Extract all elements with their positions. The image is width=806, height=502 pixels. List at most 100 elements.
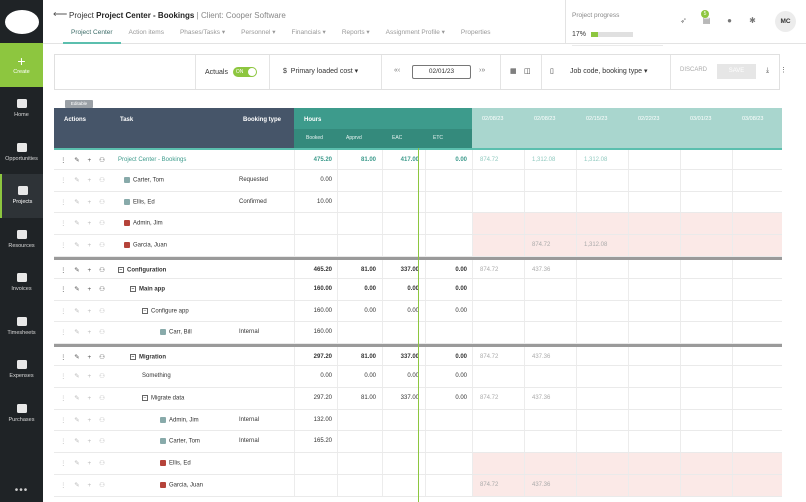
create-button[interactable]: + Create <box>0 43 43 87</box>
task-cell[interactable]: Ellis, Ed <box>160 460 191 467</box>
row-actions[interactable]: ⋮ ✎ + ⚇ <box>60 307 108 315</box>
date-input[interactable]: 02/01/23 <box>412 65 471 79</box>
col-booked[interactable]: Booked <box>306 135 323 141</box>
tab-project-center[interactable]: Project Center <box>63 28 121 44</box>
date-value-cell[interactable]: 437.36 <box>532 395 550 401</box>
row-actions[interactable]: ⋮ ✎ + ⚇ <box>60 156 108 164</box>
etc-cell[interactable]: 0.00 <box>455 395 467 401</box>
booking-type-cell[interactable]: Requested <box>239 177 268 183</box>
sidebar-item-home[interactable]: Home <box>0 87 43 131</box>
col-etc[interactable]: ETC <box>433 135 443 141</box>
avatar[interactable]: MC <box>775 11 796 32</box>
booked-cell[interactable]: 132.00 <box>314 417 332 423</box>
book-icon[interactable]: ▯ <box>550 67 554 75</box>
row-actions[interactable]: ⋮ ✎ + ⚇ <box>60 394 108 402</box>
approved-cell[interactable]: 81.00 <box>361 354 376 360</box>
task-cell[interactable]: Ellis, Ed <box>124 198 155 205</box>
date-value-cell[interactable]: 874.72 <box>480 157 498 163</box>
collapse-icon[interactable]: − <box>130 354 136 361</box>
task-cell[interactable]: Garcia, Juan <box>124 242 167 249</box>
row-actions[interactable]: ⋮ ✎ + ⚇ <box>60 176 108 184</box>
bug-icon[interactable]: ✱ <box>741 16 764 25</box>
prev-period-icon[interactable]: «‹ <box>394 67 400 74</box>
back-arrow-icon[interactable]: ⟵ <box>53 9 67 20</box>
etc-cell[interactable]: 0.00 <box>455 286 467 292</box>
row-actions[interactable]: ⋮ ✎ + ⚇ <box>60 372 108 380</box>
booked-cell[interactable]: 160.00 <box>314 329 332 335</box>
more-icon[interactable]: ••• <box>0 485 43 496</box>
date-value-cell[interactable]: 874.72 <box>480 354 498 360</box>
task-cell[interactable]: Admin, Jim <box>160 416 199 423</box>
row-actions[interactable]: ⋮ ✎ + ⚇ <box>60 266 108 274</box>
discard-button[interactable]: DISCARD <box>680 67 707 73</box>
booked-cell[interactable]: 0.00 <box>320 373 332 379</box>
calendar-icon[interactable]: ▦ <box>510 67 517 75</box>
booked-cell[interactable]: 160.00 <box>314 286 332 292</box>
task-cell[interactable]: Carr, Bill <box>160 329 192 336</box>
collapse-icon[interactable]: − <box>118 266 124 273</box>
task-cell[interactable]: − Migration <box>130 354 166 361</box>
booking-type-cell[interactable]: Confirmed <box>239 199 267 205</box>
rocket-icon[interactable]: ➶ <box>672 16 695 25</box>
sidebar-item-expenses[interactable]: Expenses <box>0 348 43 392</box>
date-value-cell[interactable]: 437.36 <box>532 482 550 488</box>
row-actions[interactable]: ⋮ ✎ + ⚇ <box>60 241 108 249</box>
next-period-icon[interactable]: ›» <box>479 67 485 74</box>
date-value-cell[interactable]: 874.72 <box>480 267 498 273</box>
row-actions[interactable]: ⋮ ✎ + ⚇ <box>60 328 108 336</box>
approved-cell[interactable]: 0.00 <box>364 286 376 292</box>
col-approved[interactable]: Apprvd <box>346 135 362 141</box>
eac-cell[interactable]: 337.00 <box>401 267 419 273</box>
row-actions[interactable]: ⋮ ✎ + ⚇ <box>60 285 108 293</box>
task-cell[interactable]: Carter, Tom <box>160 438 200 445</box>
collapse-icon[interactable]: − <box>142 394 148 401</box>
task-cell[interactable]: Admin, Jim <box>124 220 163 227</box>
tab-reports[interactable]: Reports ▾ <box>334 28 378 44</box>
sidebar-item-timesheets[interactable]: Timesheets <box>0 305 43 349</box>
col-eac[interactable]: EAC <box>392 135 402 141</box>
kebab-menu-icon[interactable]: ⋮ <box>780 66 787 74</box>
row-actions[interactable]: ⋮ ✎ + ⚇ <box>60 459 108 467</box>
row-actions[interactable]: ⋮ ✎ + ⚇ <box>60 481 108 489</box>
columns-icon[interactable]: ◫ <box>524 67 531 75</box>
tab-financials[interactable]: Financials ▾ <box>283 28 333 44</box>
approved-cell[interactable]: 81.00 <box>361 157 376 163</box>
approved-cell[interactable]: 0.00 <box>364 308 376 314</box>
row-actions[interactable]: ⋮ ✎ + ⚇ <box>60 219 108 227</box>
date-value-cell[interactable]: 874.72 <box>480 395 498 401</box>
collapse-icon[interactable]: − <box>130 285 136 292</box>
download-icon[interactable]: ⤓ <box>766 67 769 75</box>
booking-type-cell[interactable]: Internal <box>239 329 259 335</box>
eac-cell[interactable]: 337.00 <box>401 395 419 401</box>
row-actions[interactable]: ⋮ ✎ + ⚇ <box>60 437 108 445</box>
eac-cell[interactable]: 417.00 <box>401 157 419 163</box>
etc-cell[interactable]: 0.00 <box>455 373 467 379</box>
booked-cell[interactable]: 297.20 <box>314 354 332 360</box>
col-booking-type[interactable]: Booking type <box>243 117 281 123</box>
approved-cell[interactable]: 81.00 <box>361 395 376 401</box>
col-task[interactable]: Task <box>120 117 133 123</box>
date-value-cell[interactable]: 1,312.08 <box>584 242 607 248</box>
etc-cell[interactable]: 0.00 <box>455 308 467 314</box>
lightbulb-icon[interactable]: ● <box>718 16 741 25</box>
task-cell[interactable]: − Migrate data <box>142 394 184 401</box>
date-value-cell[interactable]: 874.72 <box>480 482 498 488</box>
sidebar-item-invoices[interactable]: Invoices <box>0 261 43 305</box>
date-value-cell[interactable]: 437.36 <box>532 267 550 273</box>
sidebar-item-projects[interactable]: Projects <box>0 174 43 218</box>
task-cell[interactable]: − Configuration <box>118 266 166 274</box>
tab-personnel[interactable]: Personnel ▾ <box>233 28 283 44</box>
approved-cell[interactable]: 0.00 <box>364 373 376 379</box>
eac-cell[interactable]: 337.00 <box>401 354 419 360</box>
sidebar-item-opportunities[interactable]: Opportunities <box>0 131 43 175</box>
date-value-cell[interactable]: 874.72 <box>532 242 550 248</box>
tab-properties[interactable]: Properties <box>453 28 499 44</box>
booked-cell[interactable]: 165.20 <box>314 438 332 444</box>
approved-cell[interactable]: 81.00 <box>361 267 376 273</box>
task-cell[interactable]: Garcia, Juan <box>160 481 203 489</box>
etc-cell[interactable]: 0.00 <box>455 157 467 163</box>
date-value-cell[interactable]: 1,312.08 <box>532 157 555 163</box>
etc-cell[interactable]: 0.00 <box>455 267 467 273</box>
task-cell[interactable]: Something <box>142 373 171 379</box>
row-actions[interactable]: ⋮ ✎ + ⚇ <box>60 416 108 424</box>
